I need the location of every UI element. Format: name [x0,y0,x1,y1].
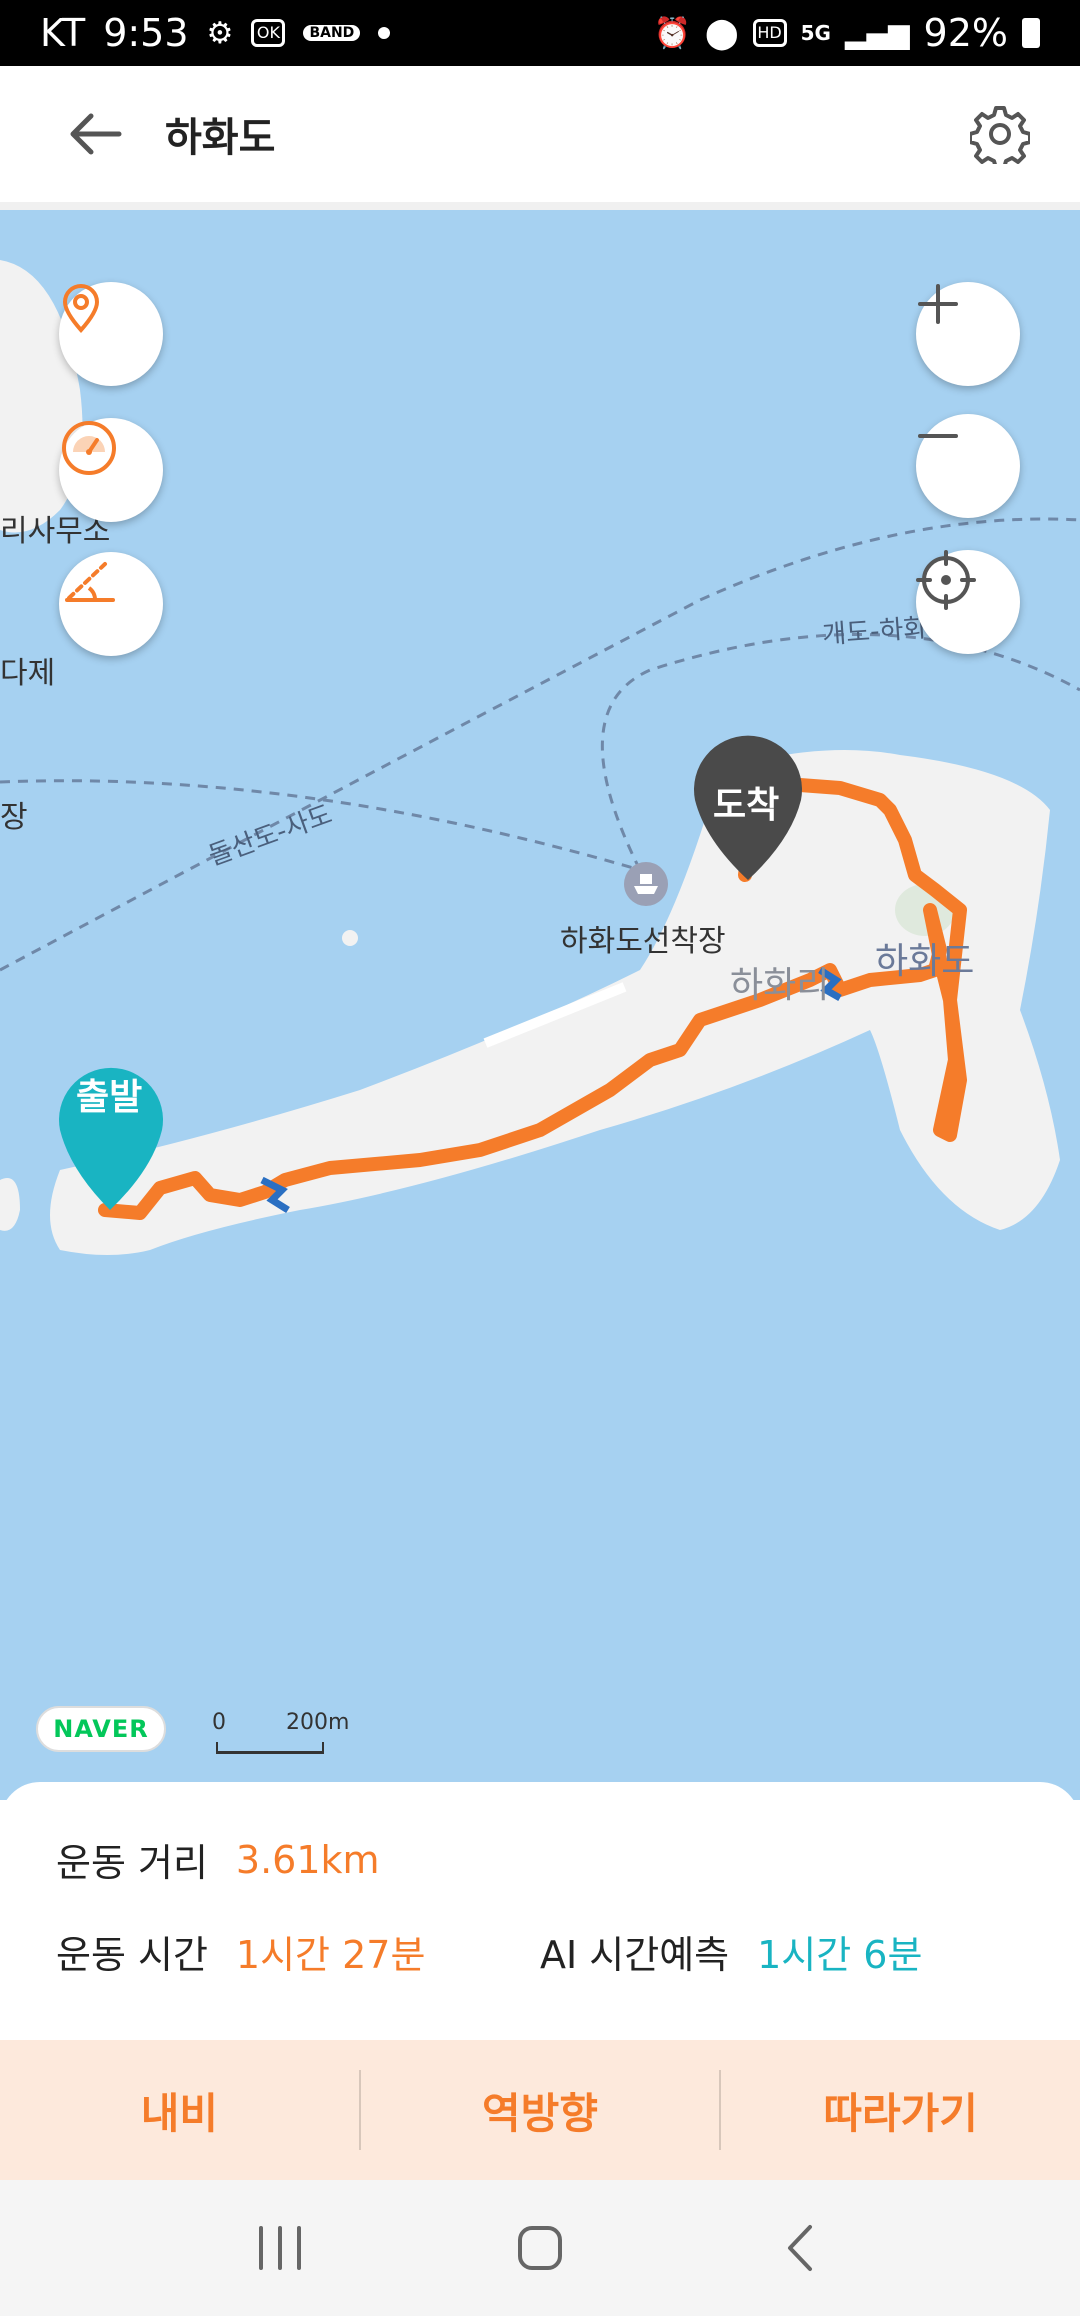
map-view[interactable]: 출발 도착 리사무소 다제 장 돌산도-사도 개도-하화도 하화도선착장 하화리… [0,210,1080,1800]
naver-logo: NAVER [36,1706,166,1752]
system-back-button[interactable] [740,2198,860,2298]
land-west-tip [0,1178,20,1231]
action-bar: 내비 역방향 따라가기 [0,2040,1080,2180]
map-label-jang: 장 [0,800,28,835]
time-row: 운동 시간 1시간 27분 [56,1924,425,1979]
plus-icon [918,284,958,324]
signal-icon: ▂▄▆ [844,16,910,50]
app-bar: 하화도 [0,66,1080,202]
recent-apps-button[interactable] [220,2198,340,2298]
distance-value: 3.61km [235,1837,380,1882]
battery-icon [1022,18,1040,48]
location-pin-icon [62,284,100,334]
notification-dot-icon [378,27,391,39]
islet [342,930,358,946]
navi-button[interactable]: 내비 [0,2040,359,2180]
running-app-icon: ⚙ [206,15,234,51]
end-marker-label: 도착 [713,785,780,826]
elevation-button[interactable] [59,552,163,656]
back-button[interactable] [45,84,145,184]
ai-estimate-label: AI 시간예측 [540,1933,730,1977]
speed-button[interactable] [59,418,163,522]
clock: 9:53 [103,11,189,55]
crosshair-icon [916,550,976,610]
time-label: 운동 시간 [56,1933,208,1977]
home-button[interactable] [480,2198,600,2298]
time-value: 1시간 27분 [235,1933,426,1977]
scale-label-start: 0 [212,1710,226,1735]
distance-label: 운동 거리 [56,1841,208,1885]
back-arrow-icon [70,113,122,155]
distance-row: 운동 거리 3.61km [56,1832,380,1887]
ai-estimate-row: AI 시간예측 1시간 6분 [540,1924,922,1979]
gear-icon [970,106,1030,164]
minus-icon [918,434,958,438]
map-label-pier: 하화도선착장 [560,924,726,959]
slope-icon [65,562,115,602]
map-label-island: 하화도 [875,941,975,982]
reverse-button[interactable]: 역방향 [361,2040,720,2180]
start-marker-label: 출발 [76,1077,143,1118]
carrier-label: KT [40,11,86,55]
status-bar: KT 9:53 ⚙ OK BAND ⏰ ⬤ HD 5G ▂▄▆ 92% [0,0,1080,66]
current-location-button[interactable] [916,550,1020,654]
hd-voice-icon: HD [752,19,787,47]
zoom-out-button[interactable] [916,414,1020,518]
band-icon: BAND [303,25,361,41]
alarm-icon: ⏰ [653,15,691,51]
zoom-in-button[interactable] [916,282,1020,386]
scale-bar [216,1742,324,1754]
system-nav-bar [0,2180,1080,2316]
ok-cashbag-icon: OK [251,19,286,47]
ai-estimate-value: 1시간 6분 [757,1933,923,1977]
page-title: 하화도 [165,115,276,161]
location-icon: ⬤ [705,15,739,51]
my-location-pin-button[interactable] [59,282,163,386]
app-bar-divider [0,202,1080,210]
network-type-icon: 5G [800,21,831,45]
battery-percent: 92% [923,11,1008,55]
settings-button[interactable] [950,84,1050,184]
chevron-left-icon [788,2225,812,2271]
speedometer-icon [62,421,116,475]
scale-label-end: 200m [286,1710,350,1735]
map-label-village: 하화리 [730,965,830,1006]
recent-apps-icon [259,2226,301,2270]
home-icon [518,2226,562,2270]
map-label-je: 다제 [0,656,56,691]
follow-button[interactable]: 따라가기 [721,2040,1080,2180]
route-info-sheet: 운동 거리 3.61km 운동 시간 1시간 27분 AI 시간예측 1시간 6… [0,1782,1080,2042]
